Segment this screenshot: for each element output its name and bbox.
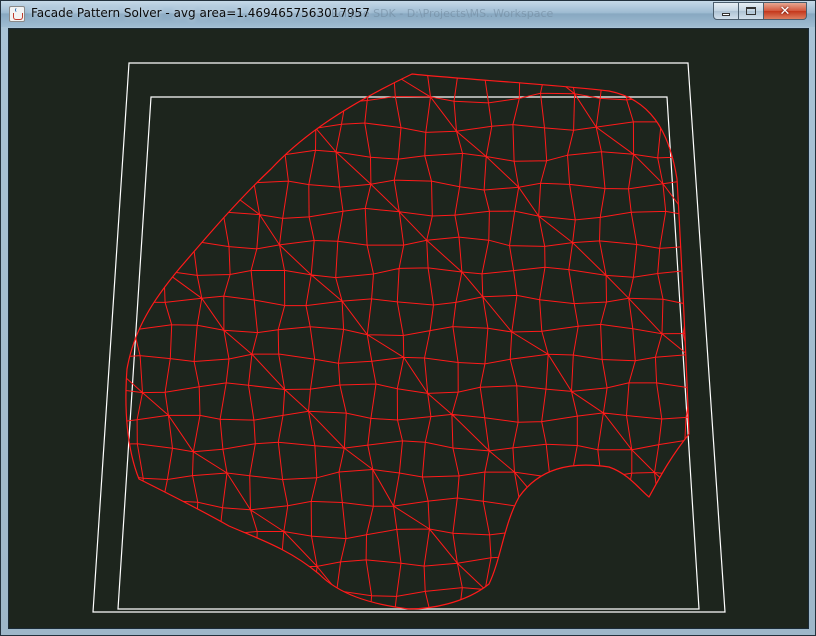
mesh-group xyxy=(125,73,690,610)
title-bar[interactable]: Facade Pattern Solver - avg area=1.46946… xyxy=(1,1,815,27)
window-controls: ✕ xyxy=(713,2,807,21)
window-title: Facade Pattern Solver - avg area=1.46946… xyxy=(31,6,370,20)
app-window: Facade Pattern Solver - avg area=1.46946… xyxy=(0,0,816,636)
inner-frame xyxy=(117,96,700,610)
mesh-lines xyxy=(125,74,689,609)
java-cup-icon[interactable] xyxy=(9,6,25,22)
scene-svg xyxy=(92,62,726,613)
close-button[interactable]: ✕ xyxy=(764,2,807,20)
maximize-icon xyxy=(746,7,756,15)
maximize-button[interactable] xyxy=(739,2,764,20)
background-window-title: Eclipse SDK - D:\Projects\MS..Workspace xyxy=(331,7,554,20)
minimize-button[interactable] xyxy=(713,2,739,20)
mesh-grid xyxy=(125,74,689,609)
drawing-canvas[interactable] xyxy=(8,28,809,629)
minimize-icon xyxy=(722,12,730,16)
mesh-outline xyxy=(125,73,690,610)
close-icon: ✕ xyxy=(779,3,791,19)
